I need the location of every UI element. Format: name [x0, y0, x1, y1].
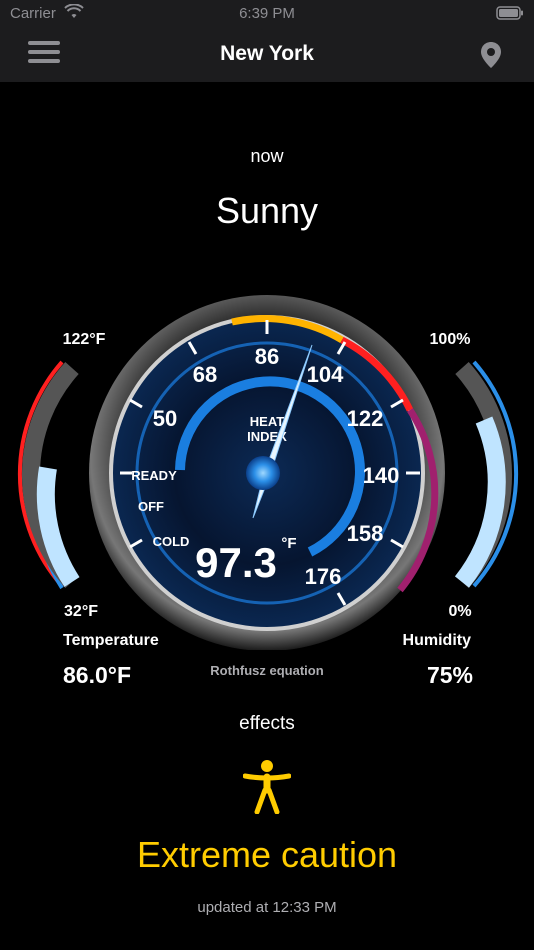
- app-screen: Carrier 6:39 PM New York now Sunny 122°F…: [0, 0, 534, 950]
- battery-icon: [496, 6, 523, 20]
- humidity-max-label: 100%: [430, 331, 471, 348]
- equation-label: Rothfusz equation: [210, 663, 324, 678]
- city-title: New York: [220, 42, 314, 65]
- humidity-min-label: 0%: [448, 603, 471, 620]
- zone-label-cold: COLD: [153, 534, 190, 549]
- temperature-bar: [17, 360, 80, 590]
- heat-index-unit: °F: [281, 535, 296, 552]
- zone-label-ready: READY: [131, 468, 177, 483]
- person-icon: [243, 760, 291, 814]
- scale-label: 158: [347, 521, 384, 546]
- scale-label: 176: [305, 564, 342, 589]
- scale-label: 68: [193, 362, 217, 387]
- humidity-label: Humidity: [402, 632, 471, 649]
- status-bar: Carrier 6:39 PM: [0, 0, 534, 28]
- temperature-max-label: 122°F: [63, 331, 106, 348]
- scale-label: 104: [307, 362, 344, 387]
- heat-index-value: 97.3: [195, 539, 277, 586]
- location-pin-icon[interactable]: [480, 41, 502, 69]
- scale-label: 86: [255, 344, 279, 369]
- effect-level: Extreme caution: [136, 834, 398, 875]
- heat-index-gauge: 122°F 32°F 100% 0% 68 86 104 50 122 140 …: [17, 295, 519, 650]
- scale-label: 140: [363, 463, 400, 488]
- humidity-bar: [454, 360, 519, 589]
- zone-label-off: OFF: [138, 499, 164, 514]
- scale-label: 122: [347, 406, 384, 431]
- temperature-min-label: 32°F: [64, 603, 98, 620]
- gauge-title-line1: HEAT: [250, 414, 284, 429]
- time-label: now: [250, 146, 284, 166]
- temperature-label: Temperature: [63, 632, 159, 649]
- navigation-bar: New York: [0, 28, 534, 82]
- status-time: 6:39 PM: [239, 5, 295, 22]
- needle-hub: [246, 456, 280, 490]
- scale-label: 50: [153, 406, 177, 431]
- effects-label: effects: [239, 713, 295, 734]
- updated-time: updated at 12:33 PM: [197, 899, 337, 916]
- weather-condition: Sunny: [215, 190, 319, 231]
